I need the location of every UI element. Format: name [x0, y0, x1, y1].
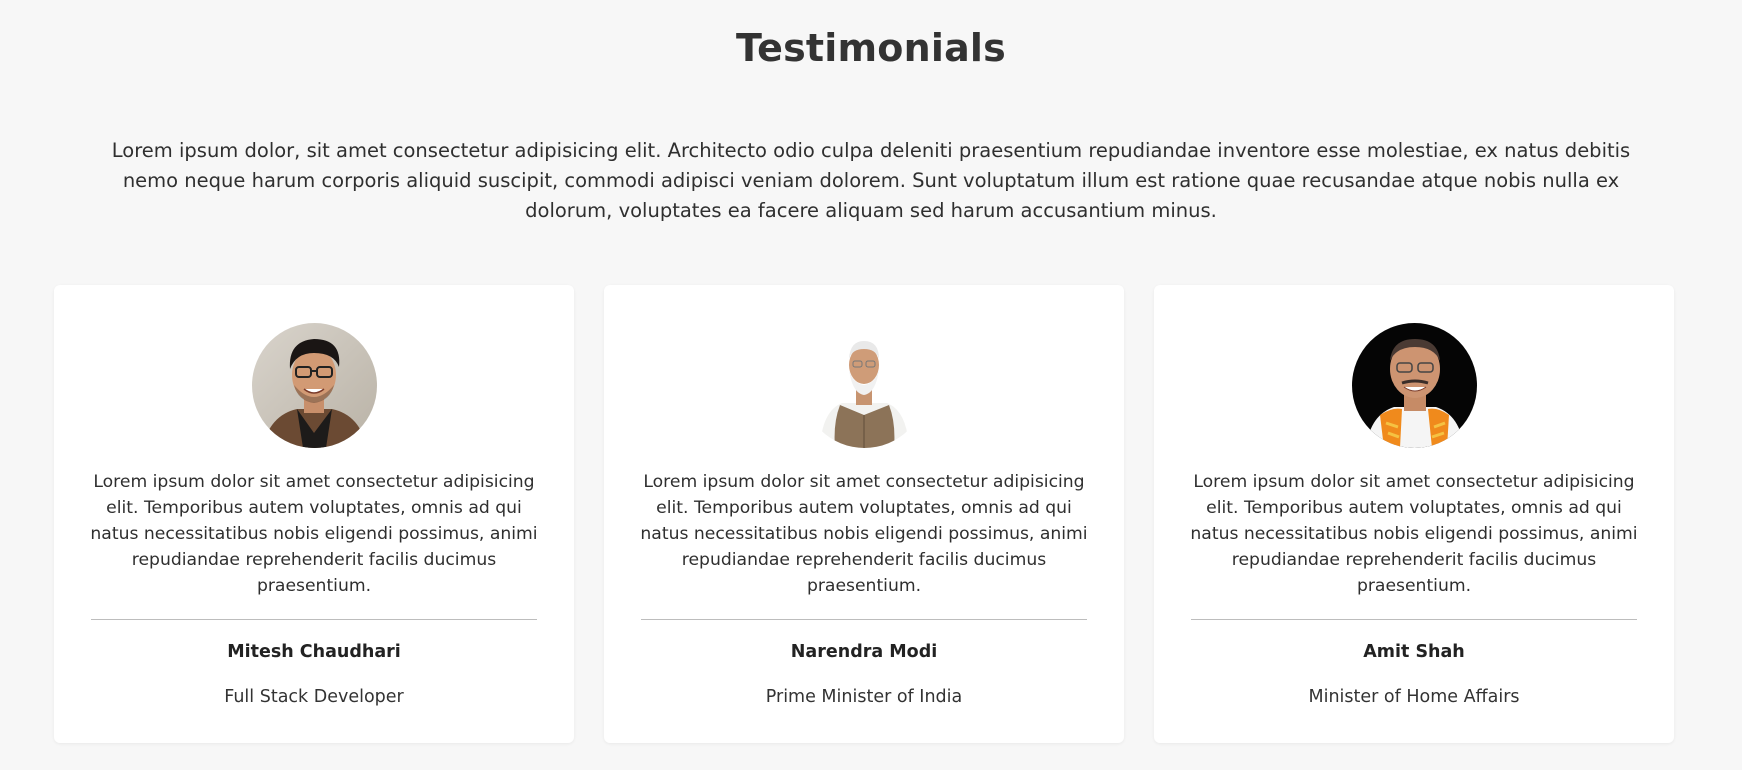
testimonial-name: Amit Shah: [1363, 642, 1465, 662]
testimonial-role: Minister of Home Affairs: [1308, 687, 1520, 707]
avatar: [801, 323, 927, 448]
divider: [1191, 619, 1637, 620]
divider: [91, 619, 537, 620]
testimonial-quote: Lorem ipsum dolor sit amet consectetur a…: [1190, 472, 1638, 596]
avatar: [1351, 323, 1477, 448]
testimonial-card: Lorem ipsum dolor sit amet consectetur a…: [54, 285, 574, 743]
testimonial-quote: Lorem ipsum dolor sit amet consectetur a…: [90, 472, 538, 596]
section-title: Testimonials: [736, 26, 1006, 70]
avatar: [251, 323, 377, 448]
testimonial-quote: Lorem ipsum dolor sit amet consectetur a…: [640, 472, 1088, 596]
testimonial-name: Narendra Modi: [790, 642, 938, 662]
testimonial-card: Lorem ipsum dolor sit amet consectetur a…: [1154, 285, 1674, 743]
testimonial-name: Mitesh Chaudhari: [227, 642, 401, 662]
divider: [641, 619, 1087, 620]
testimonial-card: Lorem ipsum dolor sit amet consectetur a…: [604, 285, 1124, 743]
section-intro: Lorem ipsum dolor, sit amet consectetur …: [111, 139, 1631, 222]
testimonial-role: Full Stack Developer: [224, 687, 404, 707]
testimonial-role: Prime Minister of India: [765, 687, 963, 707]
testimonial-cards: Lorem ipsum dolor sit amet consectetur a…: [54, 285, 1674, 743]
